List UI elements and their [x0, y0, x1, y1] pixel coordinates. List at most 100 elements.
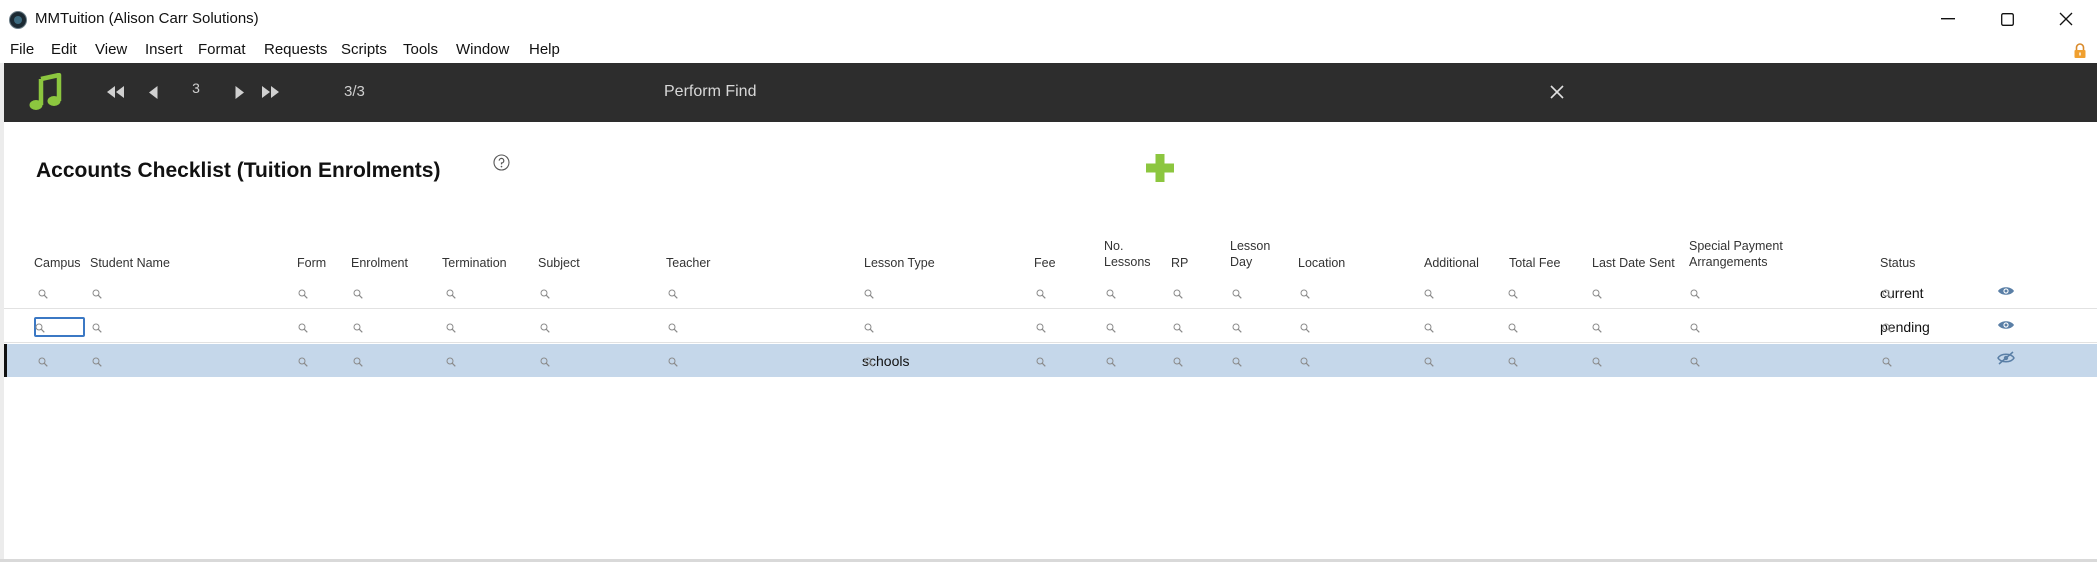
search-icon [38, 286, 48, 299]
column-header-form[interactable]: Form [297, 255, 326, 271]
minimize-icon[interactable] [1919, 0, 1977, 38]
column-header-termination[interactable]: Termination [442, 255, 507, 271]
record-number[interactable]: 3 [184, 80, 208, 96]
maximize-icon[interactable] [1978, 0, 2036, 38]
search-icon [92, 354, 102, 367]
music-note-icon [26, 73, 66, 113]
column-header-location[interactable]: Location [1298, 255, 1345, 271]
close-icon[interactable] [1542, 77, 1572, 107]
column-header-additional[interactable]: Additional [1424, 255, 1479, 271]
previous-record-icon[interactable] [145, 81, 161, 103]
first-record-icon[interactable] [106, 81, 126, 103]
menu-view[interactable]: View [95, 41, 127, 58]
menu-help[interactable]: Help [529, 41, 560, 58]
search-icon [1592, 354, 1602, 367]
column-header-special-payment-arrangements[interactable]: Special Payment Arrangements [1689, 238, 1783, 270]
search-icon [1300, 286, 1310, 299]
search-icon [1882, 320, 1892, 333]
eye-icon[interactable] [1997, 284, 2015, 296]
window-title: MMTuition (Alison Carr Solutions) [35, 10, 259, 27]
search-icon [1106, 286, 1116, 299]
perform-find-button[interactable]: Perform Find [664, 83, 756, 101]
search-icon [668, 354, 678, 367]
search-icon [540, 286, 550, 299]
column-header-rp[interactable]: RP [1171, 255, 1188, 271]
find-request-row[interactable]: current [4, 276, 2097, 309]
menu-bar: File Edit View Insert Format Requests Sc… [0, 38, 2097, 63]
find-request-row[interactable]: pending [4, 310, 2097, 343]
search-icon [1106, 320, 1116, 333]
column-header-no-lessons[interactable]: No. Lessons [1104, 238, 1151, 270]
column-header-status[interactable]: Status [1880, 255, 1915, 271]
search-icon [446, 286, 456, 299]
search-icon [1424, 320, 1434, 333]
search-icon [668, 320, 678, 333]
search-icon [864, 320, 874, 333]
active-row-marker [4, 344, 7, 377]
window-frame [0, 63, 4, 562]
search-icon [1036, 354, 1046, 367]
search-icon [1424, 354, 1434, 367]
last-record-icon[interactable] [260, 81, 280, 103]
search-icon [446, 320, 456, 333]
menu-scripts[interactable]: Scripts [341, 41, 387, 58]
search-icon [864, 286, 874, 299]
next-record-icon[interactable] [231, 81, 247, 103]
column-header-campus[interactable]: Campus [34, 255, 81, 271]
search-icon [1882, 354, 1892, 367]
search-icon [92, 286, 102, 299]
menu-tools[interactable]: Tools [403, 41, 438, 58]
search-icon [353, 320, 363, 333]
column-header-lesson-type[interactable]: Lesson Type [864, 255, 935, 271]
search-icon [298, 286, 308, 299]
add-icon[interactable] [1144, 152, 1176, 184]
column-header-total-fee[interactable]: Total Fee [1509, 255, 1560, 271]
search-icon [1508, 286, 1518, 299]
close-icon[interactable] [2037, 0, 2095, 38]
search-icon [1173, 286, 1183, 299]
column-header-enrolment[interactable]: Enrolment [351, 255, 408, 271]
search-icon [446, 354, 456, 367]
search-icon [1106, 354, 1116, 367]
search-icon [1592, 286, 1602, 299]
search-icon [1690, 286, 1700, 299]
search-icon [540, 320, 550, 333]
help-icon[interactable] [493, 154, 510, 171]
menu-window[interactable]: Window [456, 41, 509, 58]
search-icon [1036, 320, 1046, 333]
search-icon [353, 354, 363, 367]
search-icon [1300, 320, 1310, 333]
column-header-student-name[interactable]: Student Name [90, 255, 170, 271]
search-icon [298, 354, 308, 367]
column-header-fee[interactable]: Fee [1034, 255, 1056, 271]
eye-icon[interactable] [1997, 318, 2015, 330]
search-icon [1232, 286, 1242, 299]
search-icon [1232, 320, 1242, 333]
menu-insert[interactable]: Insert [145, 41, 183, 58]
menu-edit[interactable]: Edit [51, 41, 77, 58]
search-icon [1300, 354, 1310, 367]
eye-slash-icon[interactable] [1997, 351, 2015, 365]
menu-requests[interactable]: Requests [264, 41, 327, 58]
search-icon [35, 320, 45, 333]
search-icon [540, 354, 550, 367]
find-request-row[interactable]: schools [4, 344, 2097, 377]
found-count: 3/3 [344, 83, 365, 100]
search-icon [38, 354, 48, 367]
title-bar: MMTuition (Alison Carr Solutions) [0, 0, 2097, 38]
search-icon [1173, 320, 1183, 333]
menu-format[interactable]: Format [198, 41, 246, 58]
column-header-subject[interactable]: Subject [538, 255, 580, 271]
search-icon [1508, 354, 1518, 367]
column-header-last-date-sent[interactable]: Last Date Sent [1592, 255, 1675, 271]
search-icon [1036, 286, 1046, 299]
menu-file[interactable]: File [10, 41, 34, 58]
search-icon [864, 354, 874, 367]
column-header-lesson-day[interactable]: Lesson Day [1230, 238, 1270, 270]
layout-title: Accounts Checklist (Tuition Enrolments) [36, 159, 441, 182]
search-icon [1508, 320, 1518, 333]
column-header-teacher[interactable]: Teacher [666, 255, 710, 271]
app-icon [9, 11, 27, 29]
lock-icon[interactable] [2073, 43, 2087, 59]
search-icon [1690, 354, 1700, 367]
